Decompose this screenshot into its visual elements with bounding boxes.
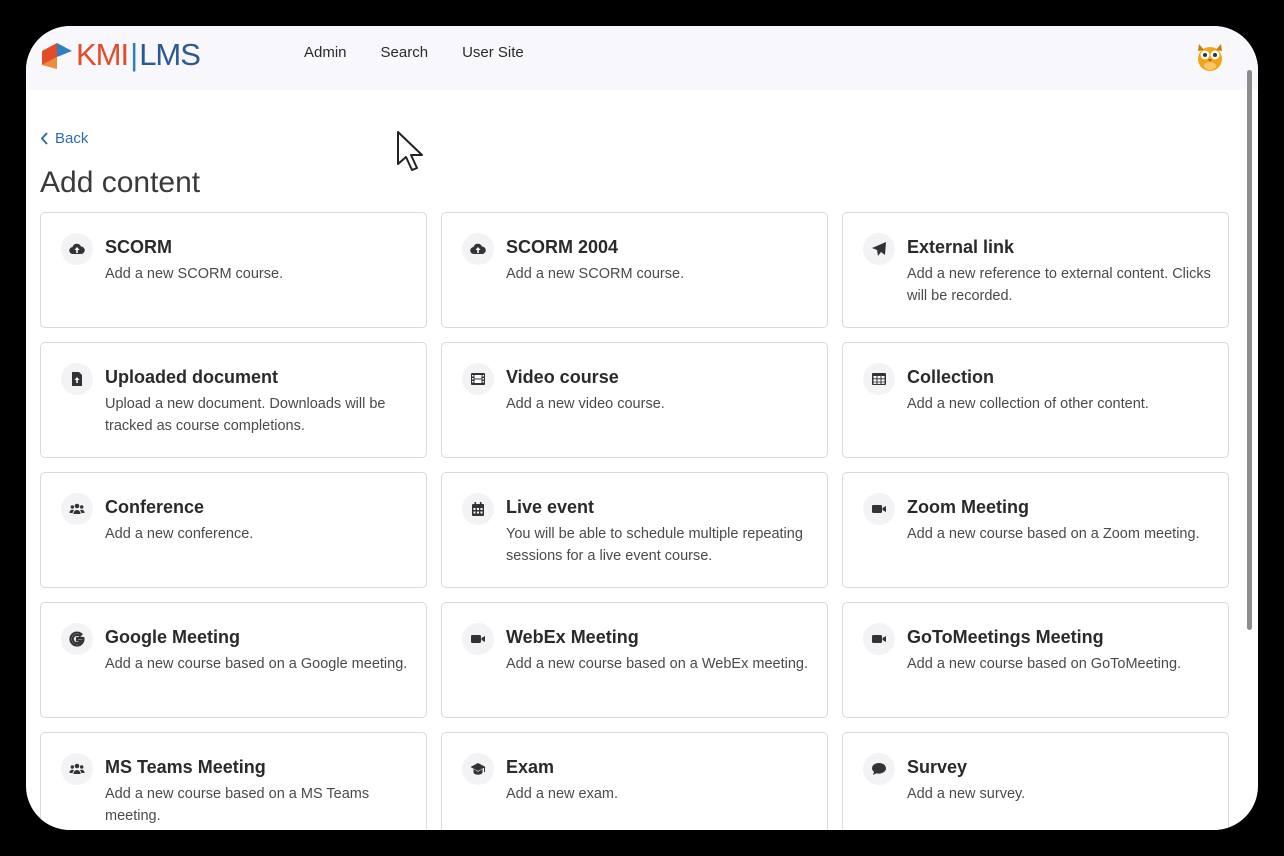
nav-admin[interactable]: Admin [304, 44, 347, 61]
card-title: Zoom Meeting [907, 497, 1029, 517]
card-ms-teams-meeting[interactable]: MS Teams Meeting Add a new course based … [40, 732, 427, 830]
paper-plane-icon [863, 233, 895, 265]
users-icon [61, 753, 93, 785]
card-description: Add a new conference. [105, 526, 254, 542]
back-link[interactable]: Back [40, 130, 88, 147]
logo-mark-icon [42, 43, 72, 69]
card-title: Conference [105, 497, 205, 517]
users-icon [61, 493, 93, 525]
card-title: SCORM 2004 [506, 237, 619, 257]
card-scorm-2004[interactable]: SCORM 2004 Add a new SCORM course. [441, 212, 828, 328]
card-external-link[interactable]: External link Add a new reference to ext… [842, 212, 1229, 328]
card-description: Add a new collection of other content. [907, 396, 1149, 412]
card-description: Add a new course based on GoToMeeting. [907, 656, 1182, 672]
chevron-left-icon [40, 132, 48, 145]
card-description: Add a new course based on a WebEx meetin… [506, 656, 809, 672]
card-title: Live event [506, 497, 595, 517]
calendar-icon [462, 493, 494, 525]
table-grid-icon [863, 363, 895, 395]
card-title: External link [907, 237, 1015, 257]
owl-avatar-icon[interactable] [1194, 38, 1226, 72]
page-title: Add content [40, 166, 201, 199]
back-label: Back [55, 130, 89, 147]
card-title: SCORM [105, 237, 172, 257]
graduation-cap-icon [462, 753, 494, 785]
card-video-course[interactable]: Video course Add a new video course. [441, 342, 828, 458]
google-icon [61, 623, 93, 655]
card-title: Collection [907, 367, 995, 387]
card-title: WebEx Meeting [506, 627, 639, 647]
card-description: Upload a new document. Downloads will be… [105, 396, 386, 434]
logo-kmi: KMI [76, 36, 129, 72]
card-description: Add a new course based on a MS Teams mee… [105, 786, 370, 824]
cloud-upload-icon [462, 233, 494, 265]
mouse-pointer-icon [397, 131, 423, 171]
video-camera-icon [462, 623, 494, 655]
file-upload-icon [61, 363, 93, 395]
video-camera-icon [863, 493, 895, 525]
video-camera-icon [863, 623, 895, 655]
card-survey[interactable]: Survey Add a new survey. [842, 732, 1229, 830]
main-nav: Admin Search User Site [304, 44, 558, 61]
card-collection[interactable]: Collection Add a new collection of other… [842, 342, 1229, 458]
card-description: Add a new survey. [907, 786, 1026, 802]
logo-separator: | [130, 36, 138, 72]
nav-user-site[interactable]: User Site [462, 44, 524, 61]
content-type-grid: SCORM Add a new SCORM course. SCORM 2004… [40, 212, 1229, 830]
top-navbar: KMI|LMS Admin Search User Site [26, 26, 1258, 90]
logo-lms: LMS [139, 36, 201, 72]
card-title: Exam [506, 757, 555, 777]
card-webex-meeting[interactable]: WebEx Meeting Add a new course based on … [441, 602, 828, 718]
card-zoom-meeting[interactable]: Zoom Meeting Add a new course based on a… [842, 472, 1229, 588]
card-title: Google Meeting [105, 627, 240, 647]
nav-search[interactable]: Search [381, 44, 429, 61]
card-conference[interactable]: Conference Add a new conference. [40, 472, 427, 588]
card-title: Survey [907, 757, 968, 777]
card-description: Add a new video course. [506, 396, 665, 412]
card-exam[interactable]: Exam Add a new exam. [441, 732, 828, 830]
card-scorm[interactable]: SCORM Add a new SCORM course. [40, 212, 427, 328]
kmi-lms-logo[interactable]: KMI|LMS [40, 36, 201, 72]
page-scrollbar[interactable] [1247, 70, 1252, 630]
card-description: Add a new reference to external content.… [907, 266, 1211, 304]
card-uploaded-document[interactable]: Uploaded document Upload a new document.… [40, 342, 427, 458]
card-title: Uploaded document [105, 367, 279, 387]
card-google-meeting[interactable]: Google Meeting Add a new course based on… [40, 602, 427, 718]
card-live-event[interactable]: Live event You will be able to schedule … [441, 472, 828, 588]
card-gotomeetings-meeting[interactable]: GoToMeetings Meeting Add a new course ba… [842, 602, 1229, 718]
app-window: KMI|LMS Admin Search User Site Back Add … [26, 26, 1258, 830]
card-description: Add a new exam. [506, 786, 619, 802]
logo-text: KMI|LMS [76, 36, 201, 72]
card-description: Add a new SCORM course. [105, 266, 284, 282]
card-description: Add a new SCORM course. [506, 266, 685, 282]
cloud-upload-icon [61, 233, 93, 265]
card-description: Add a new course based on a Google meeti… [105, 656, 408, 672]
card-title: MS Teams Meeting [105, 757, 266, 777]
card-title: Video course [506, 367, 619, 387]
film-icon [462, 363, 494, 395]
speech-bubble-icon [863, 753, 895, 785]
card-title: GoToMeetings Meeting [907, 627, 1104, 647]
card-description: You will be able to schedule multiple re… [506, 526, 803, 564]
card-description: Add a new course based on a Zoom meeting… [907, 526, 1200, 542]
